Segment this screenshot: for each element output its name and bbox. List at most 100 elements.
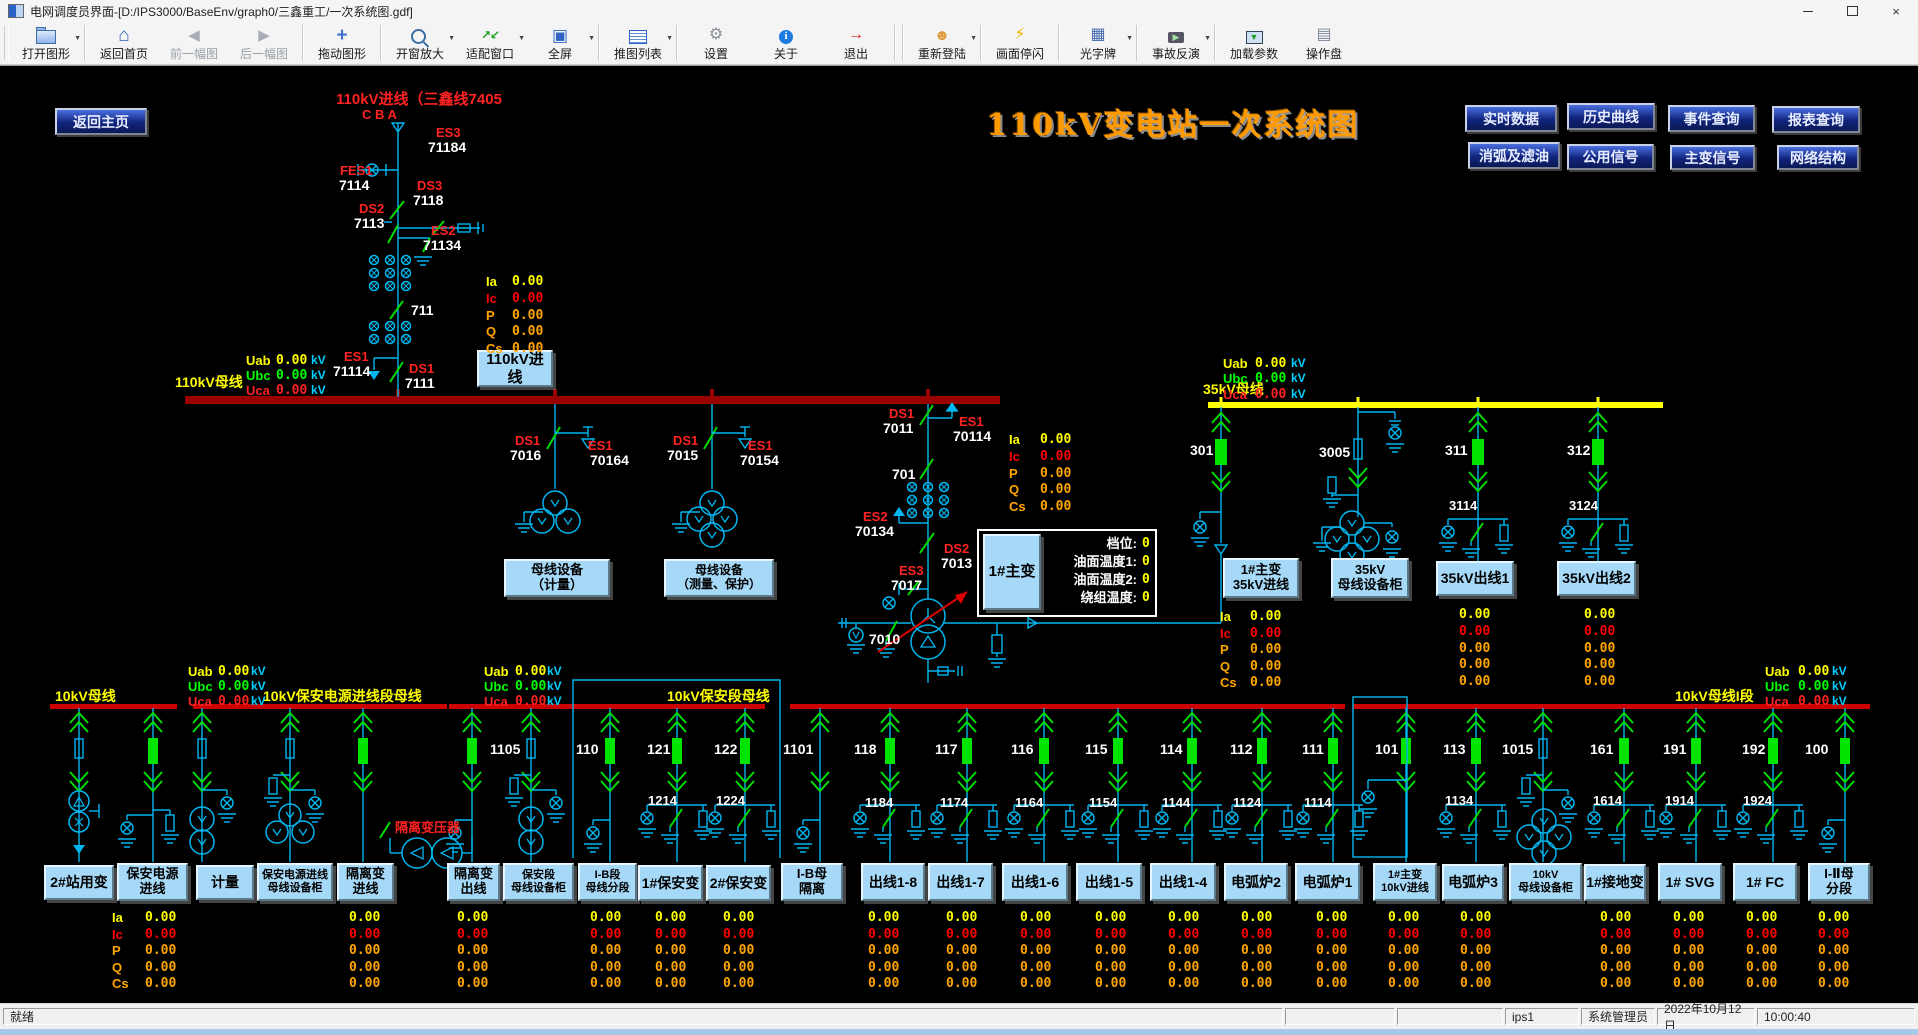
measurement-value: 0.00 xyxy=(1460,961,1491,974)
dropdown-arrow-icon[interactable]: ▼ xyxy=(588,35,595,42)
diagram-button[interactable]: 出线1-8 xyxy=(861,863,925,901)
toolbar-button-17[interactable]: ▼加载参数 xyxy=(1219,22,1289,64)
nav-button-4[interactable]: 报表查询 xyxy=(1772,106,1860,133)
measurement-value: 0.00 xyxy=(1250,643,1281,656)
dropdown-arrow-icon[interactable]: ▼ xyxy=(1126,35,1133,42)
voltage-unit: kV xyxy=(1291,357,1306,369)
close-button[interactable]: × xyxy=(1874,0,1918,22)
nav-button-5[interactable]: 消弧及滤油 xyxy=(1468,142,1560,169)
diagram-button[interactable]: 2#站用变 xyxy=(44,865,114,900)
diagram-button-label: 35kV xyxy=(1355,563,1385,578)
toolbar-button-14[interactable]: ⚡画面停闪 xyxy=(985,22,1055,64)
transformer-field-value: 0 xyxy=(1142,537,1150,550)
diagram-button[interactable]: 35kV出线2 xyxy=(1557,561,1636,596)
toolbar-button-18[interactable]: ▤操作盘 xyxy=(1289,22,1359,64)
diagram-label: 701 xyxy=(892,467,915,481)
transformer-button[interactable]: 1#主变 xyxy=(983,534,1041,610)
diagram-button[interactable]: 1#主变10kV进线 xyxy=(1373,863,1437,901)
diagram-label: ES1 xyxy=(748,439,773,452)
diagram-button[interactable]: 隔离变进线 xyxy=(337,863,394,901)
panel-icon: ▤ xyxy=(1316,25,1331,45)
diagram-label: 1214 xyxy=(648,794,677,807)
diagram-button[interactable]: 1#主变35kV进线 xyxy=(1223,558,1299,598)
diagram-button[interactable]: 35kV出线1 xyxy=(1436,561,1514,596)
diagram-button[interactable]: 10kV母线设备柜 xyxy=(1509,863,1582,901)
diagram-button-label: 保安电源进线 xyxy=(262,869,328,882)
transformer-field-label: 绕组温度: xyxy=(1081,591,1137,604)
nav-button-1[interactable]: 实时数据 xyxy=(1465,105,1557,132)
diagram-button[interactable]: 1# SVG xyxy=(1658,863,1722,901)
diagram-button[interactable]: I-B母隔离 xyxy=(781,863,843,901)
dropdown-arrow-icon[interactable]: ▼ xyxy=(518,35,525,42)
toolbar-button-15[interactable]: ▦光字牌▼ xyxy=(1063,22,1133,64)
nav-button-6[interactable]: 公用信号 xyxy=(1567,144,1654,170)
measurement-value: 0.00 xyxy=(1095,944,1126,957)
diagram-label: FES1 xyxy=(340,164,373,177)
toolbar-button-7[interactable]: ↗↙适配窗口▼ xyxy=(455,22,525,64)
diagram-button[interactable]: 母线设备（计量） xyxy=(504,559,610,597)
diagram-button[interactable]: 隔离变出线 xyxy=(447,863,500,901)
diagram-button[interactable]: 电弧炉1 xyxy=(1295,863,1360,901)
diagram-button[interactable]: 35kV母线设备柜 xyxy=(1331,558,1409,598)
diagram-button[interactable]: 出线1-6 xyxy=(1002,863,1068,901)
measurement-value: 0.00 xyxy=(655,928,686,941)
diagram-label: 10kV保安段母线 xyxy=(667,689,770,703)
diagram-button-label: 计量 xyxy=(211,874,239,890)
diagram-button[interactable]: 1#接地变 xyxy=(1584,864,1646,901)
toolbar-button-12[interactable]: →退出 xyxy=(821,22,891,64)
measurement-value: 0.00 xyxy=(512,275,543,288)
measurement-value: 0.00 xyxy=(1388,977,1419,990)
measurement-value: 0.00 xyxy=(1388,911,1419,924)
diagram-button-label: 35kV出线2 xyxy=(1562,570,1630,586)
diagram-button[interactable]: 2#保安变 xyxy=(706,865,771,901)
diagram-button[interactable]: 保安电源进线母线设备柜 xyxy=(257,863,333,901)
minimize-button[interactable] xyxy=(1786,0,1830,22)
toolbar-button-9[interactable]: 推图列表▼ xyxy=(603,22,673,64)
toolbar-button-11[interactable]: i关于 xyxy=(751,22,821,64)
measurement-label: Cs xyxy=(1220,676,1237,689)
diagram-button[interactable]: 1# FC xyxy=(1733,863,1797,901)
dropdown-arrow-icon[interactable]: ▼ xyxy=(666,35,673,42)
dropdown-arrow-icon[interactable]: ▼ xyxy=(74,35,81,42)
diagram-label: 1144 xyxy=(1162,796,1190,809)
nav-button-7[interactable]: 主变信号 xyxy=(1670,145,1755,170)
diagram-button[interactable]: 保安电源进线 xyxy=(117,863,188,901)
maximize-button[interactable] xyxy=(1830,0,1874,22)
diagram-label: 1114 xyxy=(1304,796,1332,809)
diagram-button-label: 电弧炉1 xyxy=(1303,874,1353,890)
voltage-value: 0.00 xyxy=(276,354,307,367)
nav-button-2[interactable]: 历史曲线 xyxy=(1567,103,1655,130)
toolbar-button-1[interactable]: 打开图形▼ xyxy=(11,22,81,64)
toolbar-button-2[interactable]: ⌂返回首页 xyxy=(89,22,159,64)
diagram-button[interactable]: 出线1-7 xyxy=(928,863,993,901)
diagram-button[interactable]: 计量 xyxy=(196,865,254,900)
diagram-button[interactable]: 保安段母线设备柜 xyxy=(503,863,574,901)
toolbar-button-10[interactable]: ⚙设置 xyxy=(681,22,751,64)
status-time: 10:00:40 xyxy=(1757,1008,1915,1025)
dropdown-arrow-icon[interactable]: ▼ xyxy=(448,35,455,42)
toolbar-button-13[interactable]: ☻重新登陆▼ xyxy=(907,22,977,64)
diagram-button[interactable]: 母线设备（测量、保护） xyxy=(664,559,774,597)
diagram-button[interactable]: 电弧炉3 xyxy=(1442,864,1504,901)
nav-button-8[interactable]: 网络结构 xyxy=(1777,145,1859,170)
diagram-button[interactable]: 出线1-4 xyxy=(1150,863,1216,901)
measurement-value: 0.00 xyxy=(1673,977,1704,990)
dropdown-arrow-icon[interactable]: ▼ xyxy=(1204,35,1211,42)
toolbar-button-5[interactable]: +拖动图形 xyxy=(307,22,377,64)
diagram-button[interactable]: 电弧炉2 xyxy=(1224,863,1288,901)
toolbar-button-16[interactable]: ▶事故反演▼ xyxy=(1141,22,1211,64)
diagram-button[interactable]: 出线1-5 xyxy=(1076,863,1142,901)
diagram-button[interactable]: I-B段母线分段 xyxy=(578,863,637,901)
measurement-value: 0.00 xyxy=(512,309,543,322)
diagram-label: 隔离变压器 xyxy=(395,821,460,834)
nav-button-3[interactable]: 事件查询 xyxy=(1668,105,1755,132)
diagram-button[interactable]: 1#保安变 xyxy=(638,865,703,901)
toolbar-button-6[interactable]: 开窗放大▼ xyxy=(385,22,455,64)
toolbar-separator xyxy=(302,25,304,61)
toolbar-button-label: 光字牌 xyxy=(1080,45,1116,62)
home-button[interactable]: 返回主页 xyxy=(55,108,147,135)
diagram-button[interactable]: I-Ⅱ母分段 xyxy=(1808,863,1870,901)
toolbar-button-8[interactable]: ▣全屏▼ xyxy=(525,22,595,64)
transformer-field-value: 0 xyxy=(1142,591,1150,604)
dropdown-arrow-icon[interactable]: ▼ xyxy=(970,35,977,42)
